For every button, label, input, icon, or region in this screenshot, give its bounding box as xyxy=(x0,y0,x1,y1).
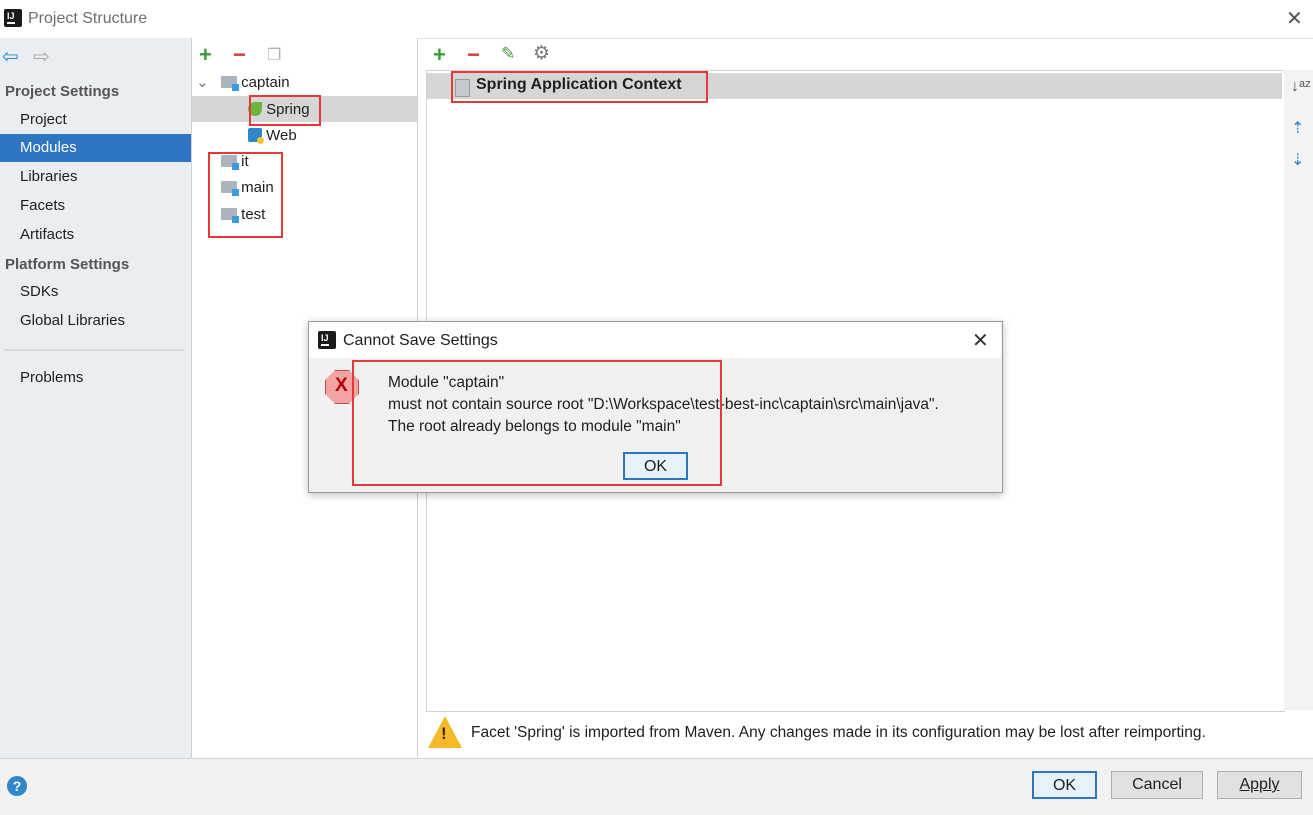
collapse-all-icon[interactable]: ⇣ xyxy=(1291,150,1304,170)
expand-all-icon[interactable]: ⇡ xyxy=(1291,118,1304,138)
annotation-box-dialog-message xyxy=(352,360,722,486)
platform-settings-header: Platform Settings xyxy=(5,256,130,273)
annotation-box-context xyxy=(451,71,708,103)
cancel-button[interactable]: Cancel xyxy=(1111,771,1203,799)
sidebar-divider xyxy=(4,349,184,351)
back-arrow-icon[interactable]: ⇦ xyxy=(2,44,19,69)
sidebar-item-modules[interactable]: Modules xyxy=(0,134,191,162)
annotation-box-spring xyxy=(249,95,321,126)
tree-node-label: captain xyxy=(241,74,290,91)
remove-module-icon[interactable]: − xyxy=(233,42,246,68)
module-folder-icon xyxy=(221,76,239,91)
sidebar-item-sdks[interactable]: SDKs xyxy=(0,278,191,306)
settings-tools-icon[interactable]: ⚙ xyxy=(533,42,550,65)
intellij-app-icon: IJ xyxy=(2,7,22,27)
apply-button-label: Apply xyxy=(1239,776,1280,793)
forward-arrow-icon[interactable]: ⇨ xyxy=(33,44,50,69)
expand-chevron-icon[interactable]: ⌄ xyxy=(196,70,209,96)
window-title: Project Structure xyxy=(28,10,148,27)
copy-module-icon[interactable]: ❐ xyxy=(267,45,281,65)
error-dialog-title: Cannot Save Settings xyxy=(343,332,498,349)
tree-node-web[interactable]: Web xyxy=(248,123,297,149)
sidebar-item-facets[interactable]: Facets xyxy=(0,192,191,220)
apply-button[interactable]: Apply xyxy=(1217,771,1302,799)
sidebar-item-libraries[interactable]: Libraries xyxy=(0,163,191,191)
dialog-close-icon[interactable]: ✕ xyxy=(972,328,989,353)
window-titlebar xyxy=(0,0,1313,39)
help-icon[interactable]: ? xyxy=(7,776,27,796)
sidebar-item-project[interactable]: Project xyxy=(0,106,191,134)
edit-pencil-icon[interactable]: ✎ xyxy=(501,44,515,64)
ok-button[interactable]: OK xyxy=(1032,771,1097,799)
remove-context-icon[interactable]: − xyxy=(467,42,480,68)
error-x-glyph: X xyxy=(335,375,348,396)
sidebar-item-artifacts[interactable]: Artifacts xyxy=(0,221,191,249)
annotation-box-modules xyxy=(208,152,283,238)
sort-alpha-icon[interactable]: ↓ᵃᶻ xyxy=(1291,78,1311,96)
warning-exclamation: ! xyxy=(441,724,447,743)
tree-node-captain[interactable]: captain xyxy=(221,70,290,96)
window-close-icon[interactable]: ✕ xyxy=(1286,6,1303,31)
maven-warning-text: Facet 'Spring' is imported from Maven. A… xyxy=(471,724,1206,741)
project-settings-header: Project Settings xyxy=(5,83,120,100)
intellij-app-icon: IJ xyxy=(318,331,336,349)
sidebar-item-problems[interactable]: Problems xyxy=(0,364,191,392)
tree-node-label: Web xyxy=(266,127,297,144)
add-module-icon[interactable]: + xyxy=(199,42,212,68)
add-context-icon[interactable]: + xyxy=(433,42,446,68)
web-facet-icon xyxy=(248,128,264,144)
sidebar-item-global-libraries[interactable]: Global Libraries xyxy=(0,307,191,335)
